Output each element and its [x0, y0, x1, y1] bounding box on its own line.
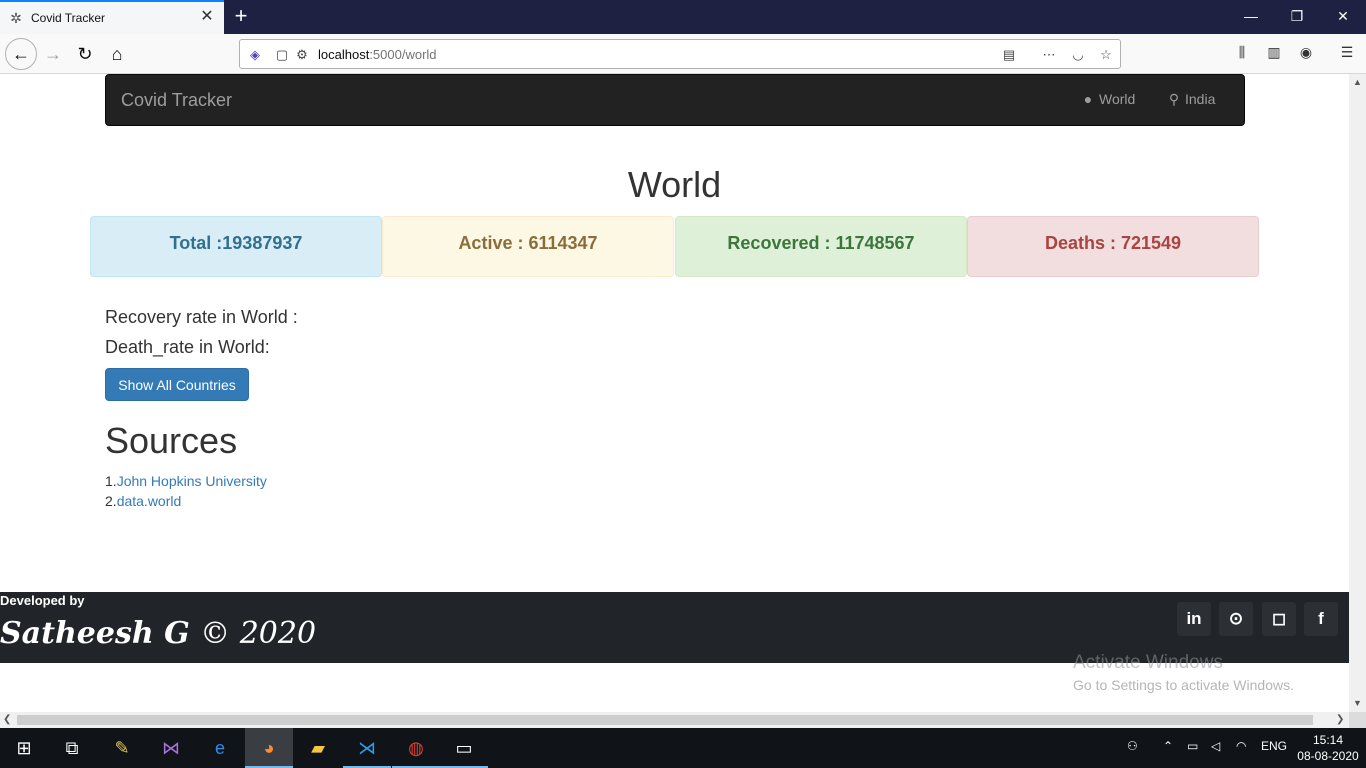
more-actions-icon[interactable]: ⋯ [1040, 46, 1058, 64]
scroll-right-icon[interactable]: ❯ [1336, 712, 1348, 728]
nav-india-label: India [1185, 91, 1216, 107]
source-index: 1. [105, 473, 117, 489]
vertical-scrollbar[interactable]: ▲ ▼ [1349, 74, 1366, 712]
window-close-button[interactable]: ✕ [1320, 3, 1366, 29]
wifi-icon[interactable]: ◠ [1236, 739, 1246, 753]
browser-toolbar: ← → ↻ ⌂ ◈ ▢ ⚙ localhost:5000/world ▤ ⋯ ◡… [0, 34, 1366, 74]
pocket-icon[interactable]: ◡ [1069, 46, 1087, 64]
chrome-icon[interactable]: ◍ [392, 728, 440, 768]
address-bar[interactable]: ◈ ▢ ⚙ localhost:5000/world ▤ ⋯ ◡ ☆ [239, 39, 1121, 69]
sidebar-icon[interactable]: ▥ [1264, 42, 1284, 62]
home-icon[interactable]: ⌂ [102, 39, 132, 69]
windows-start-icon[interactable]: ⊞ [0, 728, 48, 768]
death-rate-label: Death_rate in World: [105, 337, 270, 357]
firefox-icon[interactable]: ◕ [245, 728, 293, 768]
page-info-icon[interactable]: ▢ [273, 46, 291, 64]
developed-by-label: Developed by [0, 593, 85, 608]
nav-india-link[interactable]: ⚲ India [1167, 91, 1216, 108]
library-icon[interactable]: ⫼ [1232, 42, 1252, 62]
tools-app-icon[interactable]: ✎ [98, 728, 146, 768]
clock-date: 08-08-2020 [1297, 749, 1359, 763]
browser-tab-bar: ✲ Covid Tracker ✕ + — ❐ ✕ [0, 0, 1366, 34]
recovered-cases-panel: Recovered : 11748567 [675, 216, 967, 277]
deaths-panel: Deaths : 721549 [967, 216, 1259, 277]
linkedin-icon[interactable]: in [1177, 602, 1211, 636]
permissions-icon[interactable]: ⚙ [293, 46, 311, 64]
vscode-icon[interactable]: ⋊ [343, 728, 391, 768]
shield-icon[interactable]: ◈ [246, 46, 264, 64]
new-tab-button[interactable]: + [229, 4, 253, 28]
page-title: World [627, 164, 722, 205]
github-icon[interactable]: ⊙ [1219, 602, 1253, 636]
virus-icon: ✲ [10, 10, 22, 26]
windows-taskbar: ⊞ ⧉ ✎ ⋈ e ◕ ▰ ⋊ ◍ ▭ ⚇ ⌃ ▭ ◁ ◠ ENG 15:14 … [0, 728, 1366, 768]
source-link-dataworld[interactable]: data.world [117, 493, 182, 509]
system-clock[interactable]: 15:14 08-08-2020 [1296, 732, 1360, 764]
source-item: 1.John Hopkins University [105, 473, 267, 489]
url-text[interactable]: localhost:5000/world [318, 47, 437, 62]
reload-icon[interactable]: ↻ [70, 39, 100, 69]
source-link-jhu[interactable]: John Hopkins University [117, 473, 267, 489]
visual-studio-icon[interactable]: ⋈ [147, 728, 195, 768]
file-explorer-icon[interactable]: ▰ [294, 728, 342, 768]
minimize-button[interactable]: — [1228, 3, 1274, 29]
show-all-countries-button[interactable]: Show All Countries [105, 368, 249, 401]
total-cases-panel: Total :19387937 [90, 216, 382, 277]
bookmark-star-icon[interactable]: ☆ [1097, 46, 1115, 64]
source-index: 2. [105, 493, 117, 509]
scrollbar-thumb[interactable] [17, 715, 1313, 725]
scrollbar-corner [1349, 712, 1366, 728]
back-arrow-icon[interactable]: ← [5, 38, 37, 70]
forward-arrow-icon[interactable]: → [38, 39, 68, 69]
map-marker-icon: ⚲ [1168, 91, 1180, 107]
terminal-icon[interactable]: ▭ [440, 728, 488, 768]
sources-heading: Sources [105, 420, 238, 461]
brand-link[interactable]: Covid Tracker [121, 90, 232, 111]
developer-signature: Satheesh G © 2020 [0, 616, 316, 651]
clock-time: 15:14 [1312, 733, 1344, 747]
globe-icon: ● [1083, 91, 1093, 107]
battery-icon[interactable]: ▭ [1187, 739, 1198, 753]
account-icon[interactable]: ◉ [1296, 42, 1316, 62]
tab-title: Covid Tracker [31, 11, 106, 25]
activate-windows-subtitle: Go to Settings to activate Windows. [1073, 677, 1294, 693]
nav-world-link[interactable]: ● World [1081, 91, 1136, 107]
instagram-icon[interactable]: ◻ [1262, 602, 1296, 636]
scroll-left-icon[interactable]: ❮ [3, 712, 15, 728]
tray-expand-icon[interactable]: ⌃ [1163, 739, 1173, 753]
scroll-up-icon[interactable]: ▲ [1349, 74, 1366, 91]
reader-view-icon[interactable]: ▤ [1000, 46, 1018, 64]
browser-tab[interactable]: ✲ Covid Tracker ✕ [0, 0, 224, 34]
copyright-text: © 2020 [200, 616, 317, 651]
restore-button[interactable]: ❐ [1274, 3, 1320, 29]
active-cases-panel: Active : 6114347 [382, 216, 674, 277]
facebook-icon[interactable]: f [1304, 602, 1338, 636]
volume-icon[interactable]: ◁ [1211, 739, 1220, 753]
tab-close-icon[interactable]: ✕ [198, 8, 216, 26]
menu-icon[interactable]: ☰ [1337, 42, 1357, 62]
task-view-icon[interactable]: ⧉ [48, 728, 96, 768]
source-item: 2.data.world [105, 493, 181, 509]
scroll-down-icon[interactable]: ▼ [1349, 695, 1366, 712]
edge-icon[interactable]: e [196, 728, 244, 768]
app-navbar: Covid Tracker ● World ⚲ India [105, 74, 1245, 126]
horizontal-scrollbar[interactable]: ❮ ❯ [0, 712, 1349, 728]
language-indicator[interactable]: ENG [1261, 739, 1287, 753]
nav-world-label: World [1099, 91, 1136, 107]
developer-name: Satheesh G [0, 616, 190, 651]
activate-windows-title: Activate Windows [1073, 652, 1223, 673]
people-icon[interactable]: ⚇ [1127, 739, 1138, 753]
recovery-rate-label: Recovery rate in World : [105, 307, 298, 327]
